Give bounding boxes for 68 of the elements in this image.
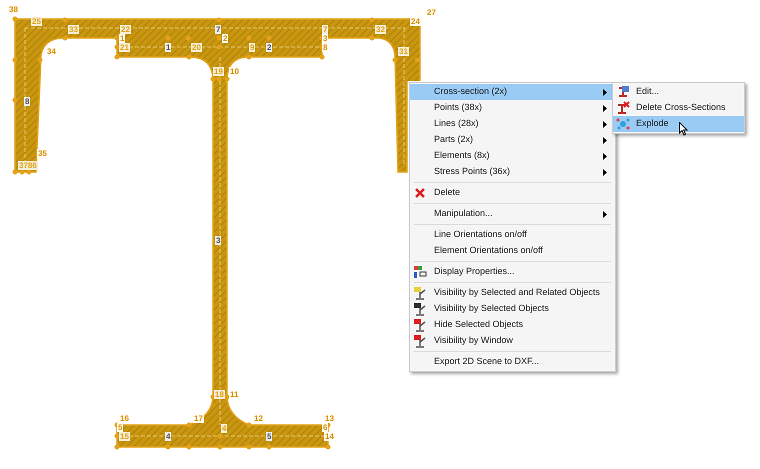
point-number-label: 27 [426, 8, 437, 17]
menu-item[interactable]: Delete [410, 185, 615, 201]
point-number-label: 34 [46, 47, 57, 56]
menu-item[interactable]: Display Properties... [410, 264, 615, 280]
point-number-label: 38 [8, 5, 19, 14]
display-properties-icon [413, 265, 427, 279]
cross-section-corner-drawing [406, 18, 421, 81]
point-number-label: 10 [229, 67, 240, 76]
point-number-label: 7 [322, 25, 328, 34]
point-number-label: 20 [191, 43, 202, 52]
line-number-label: 4 [165, 432, 172, 441]
point-number-label: 21 [119, 43, 130, 52]
point-number-label: 9 [249, 43, 256, 52]
line-number-label: 1 [165, 43, 172, 52]
menu-item[interactable]: Parts (2x) [410, 132, 615, 148]
line-number-label: 5 [266, 432, 272, 441]
point-number-label: 3 [322, 34, 328, 43]
point-number-label: 22 [120, 25, 131, 34]
point-number-label: 4 [221, 424, 228, 433]
point-number-label: 18 [214, 390, 225, 399]
point-number-label: 3786 [18, 161, 38, 170]
cross-section-delete-icon [616, 101, 630, 115]
point-number-label: 16 [119, 414, 130, 423]
point-number-label: 31 [398, 47, 409, 56]
point-number-label: 35 [37, 149, 48, 158]
explode-icon [616, 117, 630, 131]
point-number-label: 17 [193, 414, 204, 423]
point-number-label: 33 [68, 25, 79, 34]
point-number-label: 32 [375, 25, 386, 34]
menu-item[interactable]: Element Orientations on/off [410, 243, 615, 259]
visibility-icon [413, 334, 427, 348]
point-number-label: 11 [229, 390, 240, 399]
menu-item[interactable]: Visibility by Window [410, 333, 615, 349]
menu-item[interactable]: Cross-section (2x) [410, 84, 615, 100]
delete-x-icon [413, 186, 427, 200]
point-number-label: 6 [322, 423, 328, 432]
point-number-label: 14 [324, 432, 335, 441]
menu-item[interactable]: Stress Points (36x) [410, 164, 615, 180]
visibility-icon [413, 318, 427, 332]
visibility-icon [413, 286, 427, 300]
visibility-icon [413, 302, 427, 316]
menu-item[interactable]: Manipulation... [410, 206, 615, 222]
point-number-label: 19 [213, 67, 224, 76]
line-number-label: 7 [215, 25, 222, 34]
point-number-label: 25 [31, 17, 42, 26]
line-number-label: 2 [266, 43, 272, 52]
point-number-label: 2 [222, 34, 228, 43]
menu-item[interactable]: Visibility by Selected and Related Objects [410, 285, 615, 301]
point-number-label: 5 [117, 423, 124, 432]
menu-item[interactable]: Export 2D Scene to DXF... [410, 354, 615, 370]
menu-item[interactable]: Visibility by Selected Objects [410, 301, 615, 317]
cross-section-edit-icon [616, 85, 630, 99]
line-number-label: 8 [24, 97, 30, 106]
submenu-item[interactable]: Explode [613, 116, 744, 132]
point-number-label: 13 [324, 414, 335, 423]
submenu-item[interactable]: Edit... [613, 84, 744, 100]
menu-item[interactable]: Line Orientations on/off [410, 227, 615, 243]
point-number-label: 15 [119, 432, 130, 441]
point-number-label: 8 [322, 43, 328, 52]
point-number-label: 1 [119, 34, 126, 43]
line-number-label: 3 [215, 236, 222, 245]
menu-item[interactable]: Hide Selected Objects [410, 317, 615, 333]
submenu-item[interactable]: Delete Cross-Sections [613, 100, 744, 116]
point-number-label: 24 [410, 17, 421, 26]
menu-item[interactable]: Points (38x) [410, 100, 615, 116]
point-number-label: 12 [253, 414, 264, 423]
menu-item[interactable]: Lines (28x) [410, 116, 615, 132]
menu-item[interactable]: Elements (8x) [410, 148, 615, 164]
